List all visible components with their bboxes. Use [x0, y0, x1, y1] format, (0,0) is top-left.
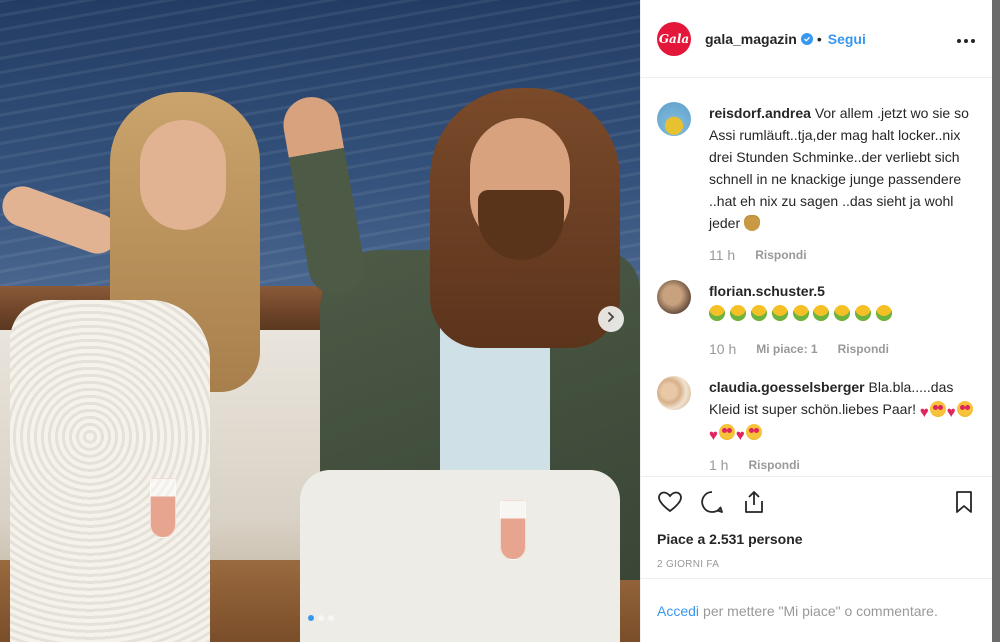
comment-item: florian.schuster.5 10 h Mi piace: 1 Risp… — [657, 280, 977, 360]
woman-lace-dress — [10, 300, 210, 642]
more-options-button[interactable] — [956, 27, 976, 50]
nauseated-face-emoji — [729, 305, 746, 321]
comment-content — [709, 302, 893, 324]
carousel-dot-active — [308, 615, 314, 621]
red-heart-emoji: ♥ — [709, 427, 718, 444]
reply-button[interactable]: Rispondi — [748, 454, 799, 476]
man-white-pants — [300, 470, 620, 642]
comment-item: reisdorf.andrea Vor allem .jetzt wo sie … — [657, 102, 977, 266]
comment-username[interactable]: reisdorf.andrea — [709, 105, 811, 121]
login-prompt: Accedi per mettere "Mi piace" o commenta… — [641, 578, 993, 642]
comment-content: Vor allem .jetzt wo sie so Assi rumläuft… — [709, 105, 969, 231]
more-dots-icon — [957, 39, 975, 43]
account-username[interactable]: gala_magazin — [705, 31, 797, 47]
red-heart-emoji: ♥ — [735, 427, 745, 444]
account-avatar[interactable]: Gala — [657, 21, 691, 56]
heart-eyes-emoji — [718, 424, 735, 440]
nauseated-face-emoji — [750, 305, 767, 321]
woman-face — [140, 120, 226, 230]
champagne-glass — [150, 478, 176, 538]
comment-text: claudia.goesselsberger Bla.bla.....das K… — [709, 376, 977, 444]
post-date: 2 GIORNI FA — [657, 559, 720, 570]
post-side-panel: Gala gala_magazin • Segui reisdorf.andre… — [640, 0, 993, 642]
login-link[interactable]: Accedi — [657, 603, 699, 619]
nauseated-face-emoji — [876, 305, 893, 321]
comment-likes[interactable]: Mi piace: 1 — [756, 338, 817, 360]
heart-eyes-emoji — [956, 401, 973, 417]
comment-username[interactable]: claudia.goesselsberger — [709, 379, 865, 395]
carousel-dot — [318, 615, 324, 621]
likes-count[interactable]: Piace a 2.531 persone — [657, 531, 977, 547]
carousel-dots — [308, 615, 334, 621]
share-upload-icon[interactable] — [741, 489, 767, 515]
verified-badge-icon — [800, 32, 813, 45]
nauseated-face-emoji — [792, 305, 809, 321]
nauseated-face-emoji — [771, 305, 788, 321]
post-photo[interactable] — [0, 0, 640, 642]
red-heart-emoji: ♥ — [919, 404, 929, 421]
heart-eyes-emoji — [929, 401, 946, 417]
comment-item: claudia.goesselsberger Bla.bla.....das K… — [657, 376, 977, 476]
login-prompt-text: per mettere "Mi piace" o commentare. — [703, 602, 938, 619]
carousel-next-button[interactable] — [598, 306, 624, 332]
commenter-avatar[interactable] — [657, 102, 691, 136]
champagne-glass — [500, 500, 526, 560]
bookmark-icon[interactable] — [951, 489, 977, 515]
comment-time: 1 h — [709, 457, 729, 473]
comment-time: 10 h — [709, 341, 737, 357]
nauseated-face-emoji — [834, 305, 851, 321]
follow-button[interactable]: Segui — [828, 31, 866, 47]
nauseated-face-emoji — [813, 305, 830, 321]
post-actions: Piace a 2.531 persone 2 GIORNI FA — [641, 476, 993, 570]
comments-list[interactable]: reisdorf.andrea Vor allem .jetzt wo sie … — [641, 78, 993, 476]
reply-button[interactable]: Rispondi — [838, 338, 889, 360]
comment-text: reisdorf.andrea Vor allem .jetzt wo sie … — [709, 102, 977, 234]
post-header: Gala gala_magazin • Segui — [641, 0, 992, 78]
nauseated-face-emoji — [855, 305, 872, 321]
carousel-dot — [328, 615, 334, 621]
chevron-right-icon — [605, 310, 617, 328]
window-gutter — [992, 0, 1000, 642]
comment-time: 11 h — [709, 247, 736, 263]
red-heart-emoji: ♥ — [946, 404, 956, 421]
header-separator: • — [816, 30, 822, 47]
comment-bubble-icon[interactable] — [699, 489, 725, 515]
comment-username[interactable]: florian.schuster.5 — [709, 283, 825, 299]
heart-eyes-emoji — [745, 424, 762, 440]
money-bag-emoji — [744, 215, 761, 231]
commenter-avatar[interactable] — [657, 280, 691, 314]
commenter-avatar[interactable] — [657, 376, 691, 410]
heart-icon[interactable] — [657, 489, 683, 515]
reply-button[interactable]: Rispondi — [755, 244, 806, 266]
nauseated-face-emoji — [709, 305, 725, 321]
